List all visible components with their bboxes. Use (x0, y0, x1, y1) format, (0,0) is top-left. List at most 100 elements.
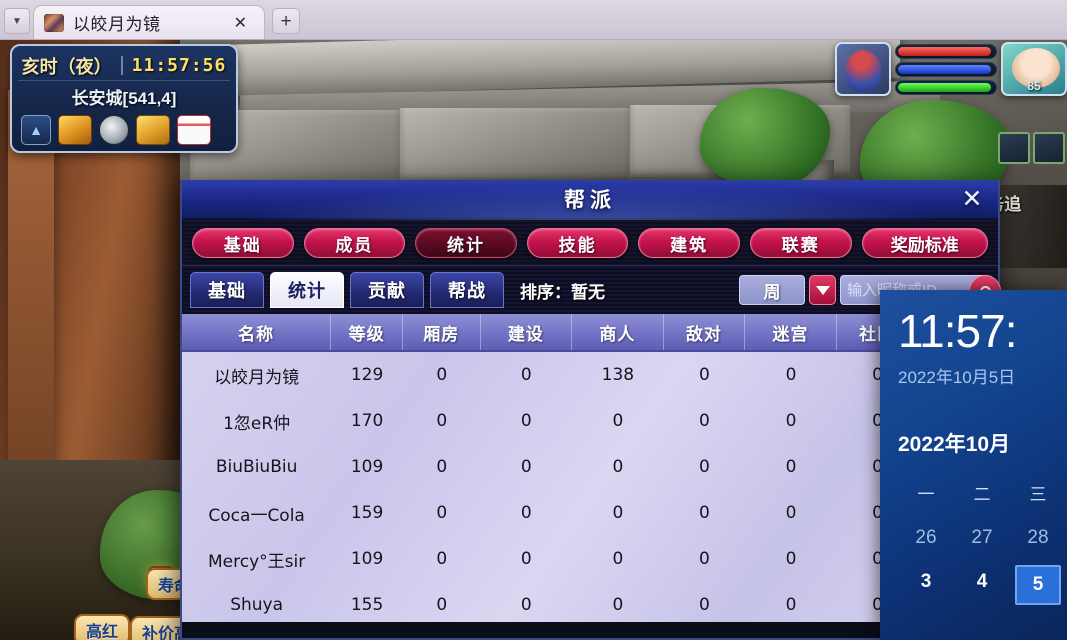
item-slot[interactable] (1033, 132, 1065, 164)
location-label: 长安城[541,4] (71, 89, 177, 108)
close-icon[interactable]: ✕ (958, 185, 986, 213)
cell-xiangfang: 0 (436, 457, 448, 477)
caret-down-icon[interactable] (809, 275, 836, 305)
period-select[interactable]: 周 (739, 275, 805, 305)
calendar-day[interactable]: 28 (1010, 527, 1066, 549)
level-badge: 85 (1027, 79, 1041, 93)
calendar-day[interactable]: 3 (898, 571, 954, 605)
tab-chengyuan[interactable]: 成员 (303, 228, 406, 258)
cell-xiangfang: 0 (436, 411, 448, 431)
column-header-xiangfang[interactable]: 厢房 (403, 314, 481, 350)
cell-xiangfang: 0 (436, 503, 448, 523)
guild-dialog: 帮派 ✕ 基础 成员 统计 技能 建筑 联赛 奖励标准 基础 统计 贡献 帮战 … (180, 180, 1001, 640)
tab-jichu[interactable]: 基础 (192, 228, 294, 258)
table-row[interactable]: Mercy°王sir 109 0 0 0 0 0 0 0 (182, 536, 998, 582)
pet-avatar[interactable] (835, 42, 891, 96)
table-header-row: 名称 等级 厢房 建设 商人 敌对 迷宫 社区 帮战 (182, 314, 998, 352)
column-header-jianshe[interactable]: 建设 (481, 314, 573, 350)
mana-bar (895, 61, 997, 77)
tab-tongji[interactable]: 统计 (415, 228, 517, 258)
divider (120, 56, 123, 75)
player-status-hud: 85 (835, 42, 1067, 96)
table-row[interactable]: 1忽eR仲 170 0 0 0 0 0 0 0 (182, 398, 998, 444)
cell-jianshe: 0 (520, 411, 532, 431)
cell-level: 109 (350, 549, 384, 569)
hud-icon-bar: ▲ (18, 113, 230, 145)
hud-time-row: 亥时（夜） 11:57:56 (18, 51, 230, 81)
calendar-month-title[interactable]: 2022年10月 (898, 428, 1067, 458)
close-icon[interactable]: ✕ (229, 13, 252, 33)
cell-level: 155 (350, 595, 384, 615)
column-header-name[interactable]: 名称 (182, 314, 332, 350)
cell-level: 109 (350, 457, 384, 477)
calendar-icon[interactable] (177, 115, 211, 145)
item-slot-bar (998, 132, 1065, 164)
avatar[interactable]: 85 (1001, 42, 1067, 96)
arrow-icon[interactable]: ▲ (21, 115, 51, 145)
compass-icon[interactable] (99, 115, 129, 145)
calendar-day[interactable]: 26 (898, 527, 954, 549)
shichen-label: 亥时（夜） (21, 56, 112, 77)
column-header-migong[interactable]: 迷宫 (745, 314, 837, 350)
subtab-jichu[interactable]: 基础 (190, 272, 264, 308)
cell-jianshe: 0 (520, 549, 532, 569)
cell-shangren: 0 (612, 549, 624, 569)
cell-name: BiuBiuBiu (215, 457, 298, 477)
cell-shangren: 0 (612, 503, 624, 523)
stamina-bar (895, 79, 997, 95)
calendar-day[interactable]: 27 (954, 527, 1010, 549)
clock-date: 2022年10月5日 (898, 368, 1016, 387)
item-slot[interactable] (998, 132, 1030, 164)
screen: 寿命 高红 补价高 ▼ 以皎月为镜 ✕ + 亥时（夜） 11:57:56 长安城… (0, 0, 1067, 640)
cell-jianshe: 0 (520, 365, 532, 385)
calendar-day[interactable]: 4 (954, 571, 1010, 605)
cell-duidui: 0 (699, 503, 710, 523)
clock-time: 11:57: (898, 305, 1017, 357)
cell-xiangfang: 0 (436, 365, 448, 385)
cell-name: Mercy°王sir (208, 551, 306, 572)
column-header-level[interactable]: 等级 (331, 314, 403, 350)
cell-shangren: 0 (612, 411, 624, 431)
game-status-hud: 亥时（夜） 11:57:56 长安城[541,4] ▲ (10, 44, 238, 153)
tab-jianzhu[interactable]: 建筑 (638, 228, 740, 258)
cell-duidui: 0 (699, 549, 710, 569)
new-tab-button[interactable]: + (272, 8, 300, 34)
cell-shangren: 138 (601, 365, 635, 385)
subtab-gongxian[interactable]: 贡献 (350, 272, 424, 308)
subtab-bangzhan[interactable]: 帮战 (430, 272, 504, 308)
subtab-tongji[interactable]: 统计 (270, 272, 344, 308)
status-bars (895, 42, 997, 96)
cell-migong: 0 (785, 457, 797, 477)
tab-jianglibiaozhun[interactable]: 奖励标准 (861, 228, 989, 258)
favicon-icon (44, 13, 64, 32)
map-icon[interactable] (58, 115, 92, 145)
weekday-header: 三 (1029, 485, 1047, 504)
table-row[interactable]: Shuya 155 0 0 0 0 0 0 0 (182, 582, 998, 622)
browser-tab-title: 以皎月为镜 (73, 15, 161, 35)
column-header-shangren[interactable]: 商人 (572, 314, 664, 350)
table-row[interactable]: Coca一Cola 159 0 0 0 0 0 0 0 (182, 490, 998, 536)
column-header-duidui[interactable]: 敌对 (664, 314, 746, 350)
browser-tab-strip: ▼ 以皎月为镜 ✕ + (0, 0, 1067, 40)
tab-jineng[interactable]: 技能 (526, 228, 629, 258)
chevron-down-icon[interactable]: ▼ (4, 8, 30, 34)
cell-duidui: 0 (699, 457, 710, 477)
cell-duidui: 0 (699, 365, 710, 385)
table-row[interactable]: 以皎月为镜 129 0 0 138 0 0 0 0 (182, 352, 998, 398)
table-row[interactable]: BiuBiuBiu 109 0 0 0 0 0 0 0 (182, 444, 998, 490)
cell-name: 1忽eR仲 (223, 413, 291, 434)
browser-tab[interactable]: 以皎月为镜 ✕ (33, 5, 265, 39)
npc-name-tag: 高红 (74, 614, 131, 640)
health-bar (895, 43, 997, 59)
cell-migong: 0 (785, 365, 797, 385)
cell-migong: 0 (785, 595, 797, 615)
dialog-title-bar: 帮派 ✕ (182, 180, 998, 220)
tab-liansai[interactable]: 联赛 (749, 228, 852, 258)
cell-duidui: 0 (699, 595, 710, 615)
calendar-grid: 一 二 三 26 27 28 3 4 5 (898, 480, 1067, 605)
cell-name: 以皎月为镜 (214, 367, 300, 388)
game-clock: 11:57:56 (131, 55, 227, 76)
cell-migong: 0 (785, 549, 797, 569)
quest-scroll-icon[interactable] (136, 115, 170, 145)
calendar-day-selected[interactable]: 5 (1015, 565, 1061, 605)
